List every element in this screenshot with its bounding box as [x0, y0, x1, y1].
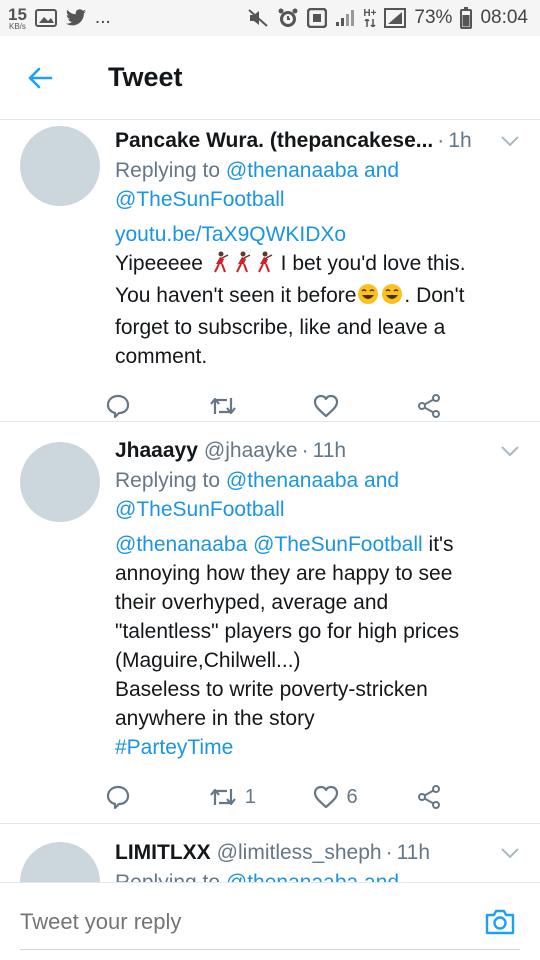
like-button[interactable]: 6 — [313, 785, 417, 809]
dancer-emoji-icon — [232, 251, 252, 281]
laughing-emoji-icon — [381, 283, 403, 313]
tweet[interactable]: Pancake Wura. (thepancakese... · 1h Repl… — [0, 120, 540, 422]
tweet-text-part: it's annoying how they are happy to see … — [115, 533, 460, 730]
replying-prefix: Replying to — [115, 159, 221, 182]
app-header: Tweet — [0, 36, 540, 120]
reply-underline — [20, 949, 520, 950]
reply-mention[interactable]: @thenanaaba — [226, 871, 358, 882]
avatar[interactable] — [20, 126, 100, 206]
data-type-icon: H+ — [363, 9, 376, 27]
tweet[interactable]: Jhaaayy @jhaayke · 11h Replying to @then… — [0, 422, 540, 824]
cell-signal-icon — [384, 8, 407, 28]
gallery-icon — [34, 9, 57, 27]
network-speed-value: 15 — [8, 4, 27, 24]
tweet-text-part: Yipeeeee — [115, 252, 203, 275]
camera-icon — [485, 909, 515, 934]
replying-to: Replying to @thenanaaba and @TheSunFootb… — [115, 156, 520, 214]
share-button[interactable] — [416, 393, 520, 419]
wifi-signal-icon — [335, 9, 355, 27]
dancer-emoji-icon — [254, 251, 274, 281]
replying-to: Replying to @thenanaaba and @TheSunFootb… — [115, 466, 520, 524]
dancer-emoji-icon — [210, 251, 230, 281]
retweet-icon — [209, 788, 236, 806]
retweet-button[interactable]: 1 — [209, 785, 313, 809]
back-button[interactable] — [0, 36, 80, 120]
separator-dot: · — [437, 129, 445, 152]
page-title: Tweet — [108, 62, 183, 92]
reply-mention[interactable]: @TheSunFootball — [115, 498, 285, 521]
tweet-actions: 1 6 — [105, 762, 520, 832]
camera-button[interactable] — [480, 902, 520, 942]
laughing-emoji-icon — [357, 283, 379, 313]
tweet-text: Yipeeeee I bet you'd love this. You have… — [115, 249, 520, 371]
replying-prefix: Replying to — [115, 871, 220, 882]
body-mention[interactable]: @TheSunFootball — [253, 533, 423, 556]
replying-prefix: Replying to — [115, 469, 221, 492]
reply-input[interactable] — [20, 908, 480, 935]
reply-button[interactable] — [105, 393, 209, 419]
heart-icon — [313, 394, 338, 418]
alarm-icon — [277, 7, 299, 29]
heart-icon — [313, 785, 338, 809]
retweet-button[interactable] — [209, 394, 313, 418]
avatar[interactable] — [20, 842, 100, 882]
replying-to: Replying to @thenanaaba and — [115, 868, 520, 882]
reply-and[interactable]: and — [364, 159, 399, 182]
tweet-time[interactable]: 1h — [448, 126, 471, 156]
chevron-down-icon[interactable] — [500, 134, 520, 152]
tweet-header: LIMITLXX @limitless_sheph · 11h — [115, 838, 520, 868]
retweet-count: 1 — [244, 785, 256, 808]
body-mention[interactable]: @thenanaaba — [115, 533, 247, 556]
tweet-text: @thenanaaba @TheSunFootball it's annoyin… — [115, 530, 520, 762]
tweet-time[interactable]: 11h — [313, 436, 346, 466]
tweet-link[interactable]: youtu.be/TaX9QWKIDXo — [115, 220, 520, 249]
reply-mention[interactable]: @thenanaaba — [226, 469, 358, 492]
reply-and[interactable]: and — [364, 469, 399, 492]
tweet[interactable]: LIMITLXX @limitless_sheph · 11h Replying… — [0, 824, 540, 882]
separator-dot: · — [301, 439, 309, 462]
reply-button[interactable] — [105, 784, 209, 810]
more-notifications: ... — [94, 7, 111, 28]
reply-icon — [106, 394, 130, 419]
clock: 08:04 — [480, 7, 528, 28]
separator-dot: · — [385, 841, 393, 864]
back-arrow-icon — [28, 67, 53, 88]
reply-feed[interactable]: Pancake Wura. (thepancakese... · 1h Repl… — [0, 120, 540, 882]
hashtag[interactable]: #ParteyTime — [115, 736, 233, 759]
notification-square-icon — [307, 8, 328, 28]
avatar[interactable] — [20, 442, 100, 522]
author-name[interactable]: Pancake Wura. (thepancakese... — [115, 126, 433, 156]
share-icon — [418, 785, 441, 809]
reply-and[interactable]: and — [364, 871, 399, 882]
status-bar: 15 KB/s ... H+ 73% 08:04 — [0, 0, 540, 36]
reply-mention[interactable]: @TheSunFootball — [115, 188, 285, 211]
chevron-down-icon[interactable] — [500, 444, 520, 462]
like-button[interactable] — [313, 394, 417, 418]
author-name[interactable]: Jhaaayy — [115, 436, 198, 466]
like-count: 6 — [346, 785, 358, 808]
network-speed-unit: KB/s — [9, 21, 26, 31]
network-speed: 15 KB/s — [8, 6, 27, 31]
share-icon — [418, 394, 441, 418]
twitter-bird-icon — [65, 9, 87, 27]
retweet-icon — [209, 397, 236, 415]
battery-icon — [460, 7, 473, 29]
author-handle[interactable]: @jhaayke — [204, 436, 298, 466]
share-button[interactable] — [416, 784, 520, 810]
tweet-header: Pancake Wura. (thepancakese... · 1h — [115, 126, 520, 156]
reply-icon — [106, 785, 130, 810]
mute-icon — [247, 8, 269, 28]
author-handle[interactable]: @limitless_sheph — [217, 838, 382, 868]
data-type-label: H+ — [363, 8, 377, 19]
battery-percent: 73% — [414, 7, 453, 28]
tweet-header: Jhaaayy @jhaayke · 11h — [115, 436, 520, 466]
tweet-time[interactable]: 11h — [397, 838, 430, 868]
reply-bar — [0, 882, 540, 960]
reply-mention[interactable]: @thenanaaba — [226, 159, 358, 182]
author-name[interactable]: LIMITLXX — [115, 838, 211, 868]
chevron-down-icon[interactable] — [500, 846, 520, 864]
